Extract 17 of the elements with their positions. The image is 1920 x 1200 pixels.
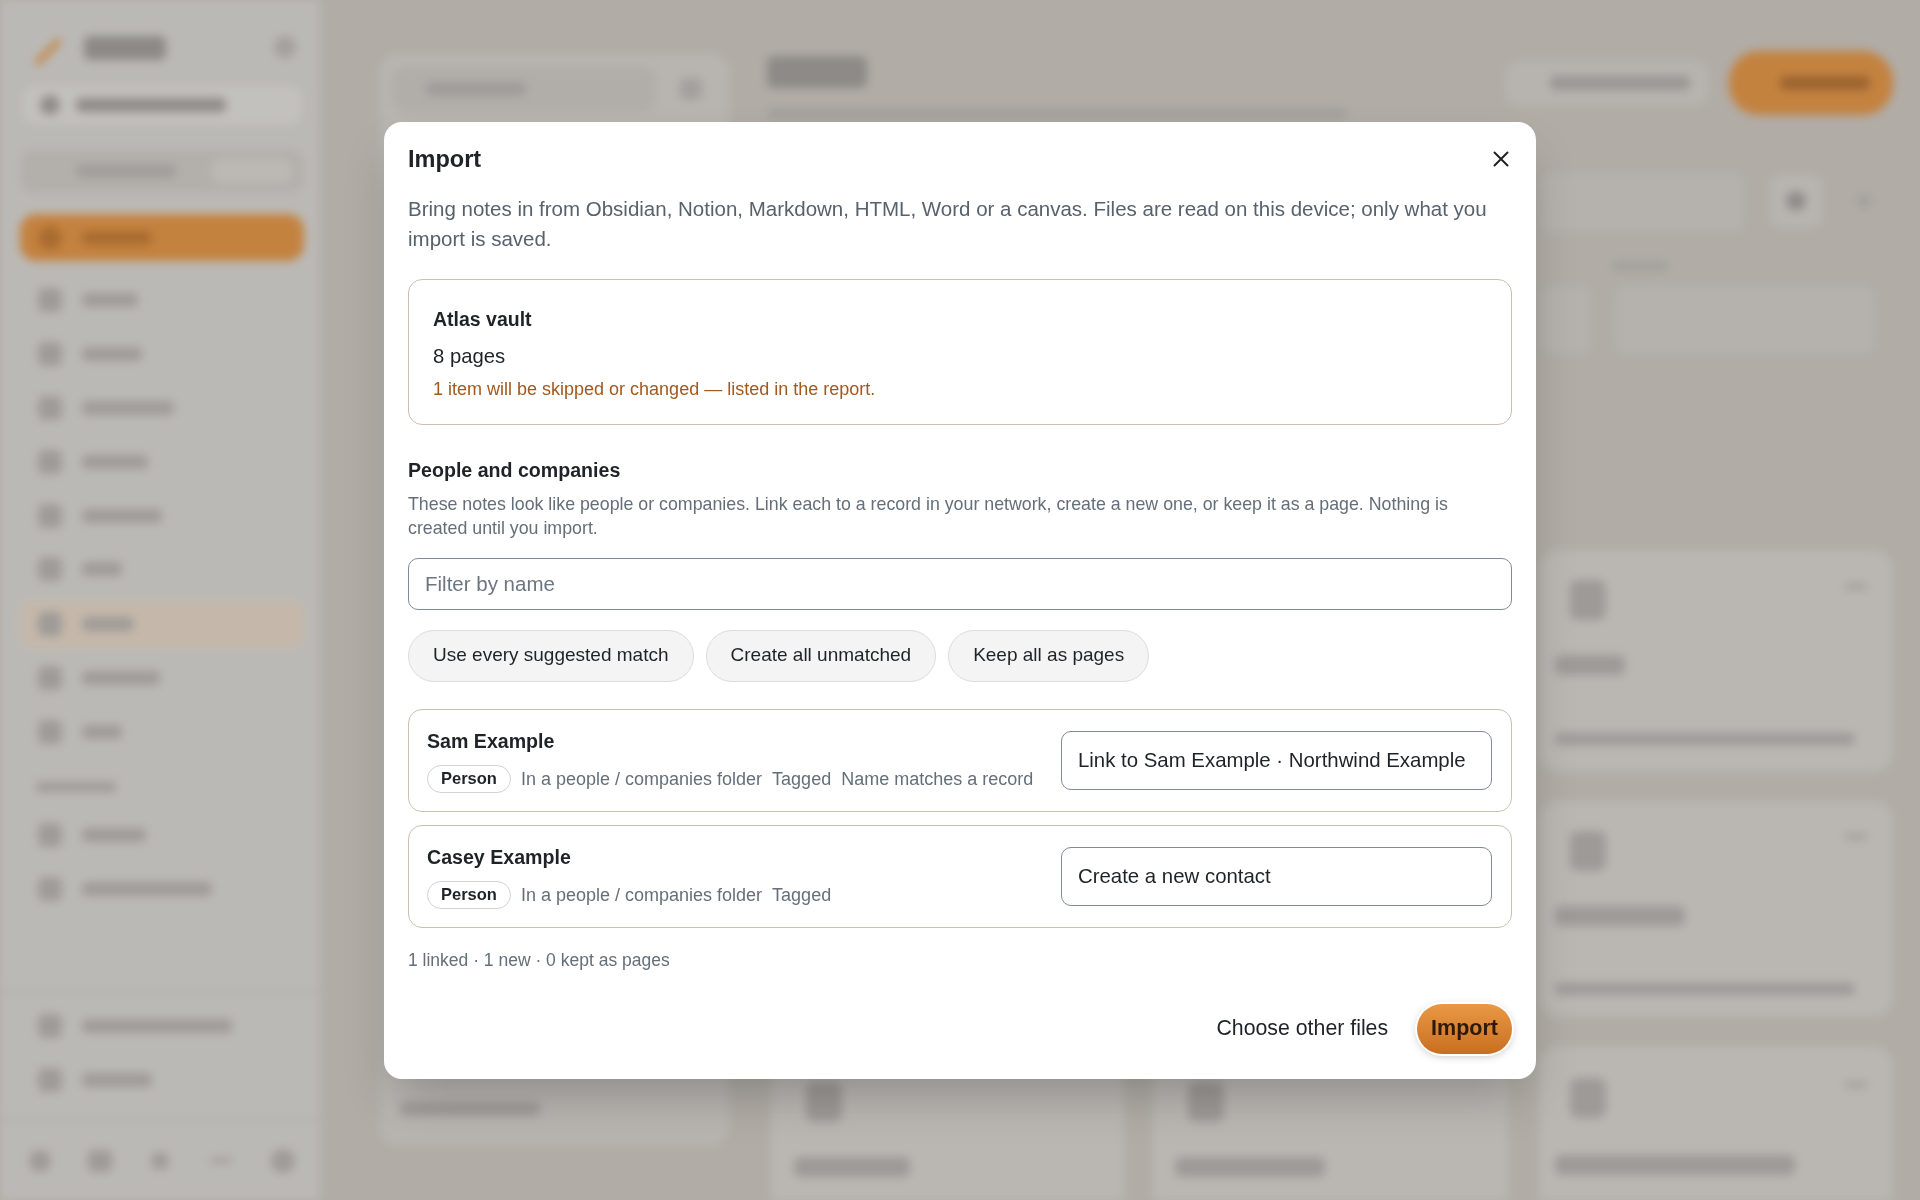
match-reason: In a people / companies folder [520,767,763,791]
warning-text: 1 item will be skipped or changed — listed in the report. [433,377,877,400]
note-name: Sam Example [427,728,556,754]
note-name: Casey Example [427,844,572,870]
match-reason: Tagged [772,883,832,907]
dialog-title: Import [408,144,482,174]
dialog-description: Bring notes in from Obsidian, Notion, Markdown, HTML, Word or a canvas. Files are read on this device; only what you import is saved. [408,195,1488,252]
summary-text: 1 linked · 1 new · 0 kept as pages [408,948,671,972]
type-badge: Person [427,764,511,793]
section-heading: People and companies [408,457,622,483]
source-name: Atlas vault [433,306,533,332]
match-reason: Tagged [772,767,832,791]
type-badge: Person [427,880,511,909]
page-count: 8 pages [433,343,507,369]
match-reason: Name matches a record [841,767,1034,791]
section-description: These notes look like people or companies. Link each to a record in your network, create a new one, or keep it as a page. Nothing is created until you import. [408,492,1449,540]
match-reason: In a people / companies folder [520,883,763,907]
